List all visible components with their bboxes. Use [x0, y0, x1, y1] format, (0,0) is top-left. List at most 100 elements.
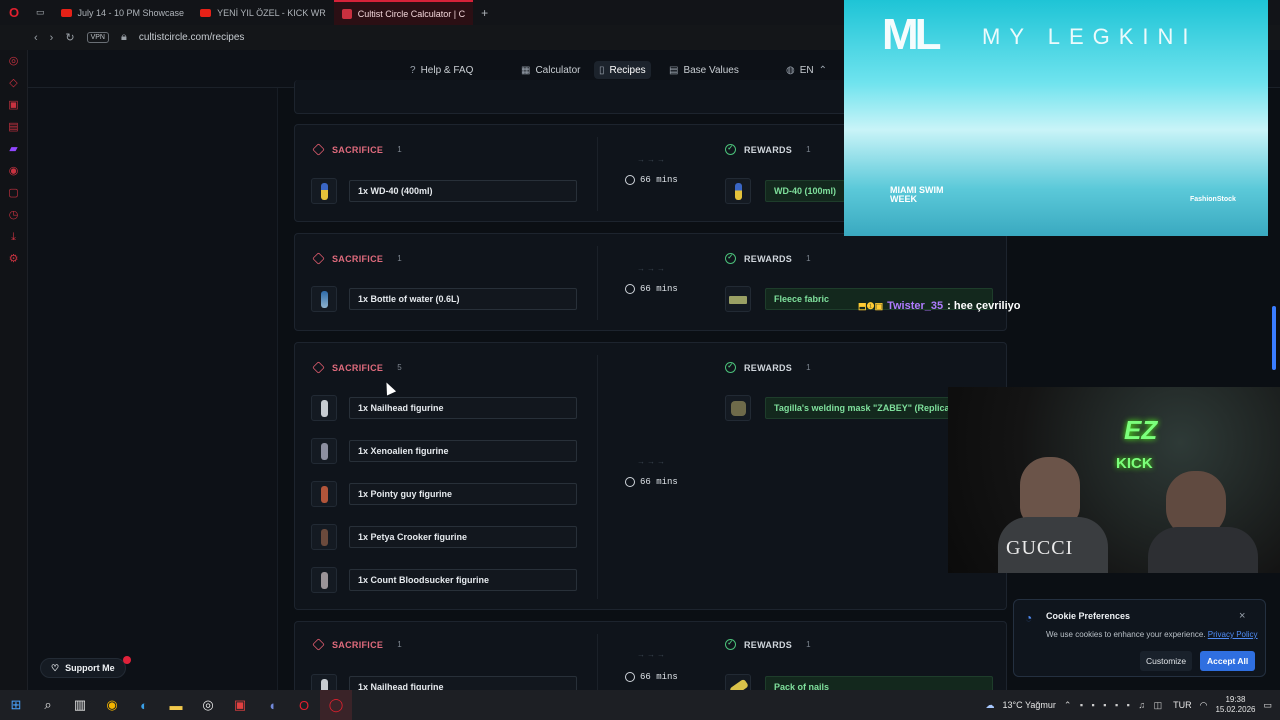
- rewards-label: REWARDS: [744, 144, 793, 155]
- sacrifice-item[interactable]: 1x Pointy guy figurine: [311, 481, 577, 507]
- scrollbar[interactable]: [1272, 306, 1276, 370]
- sacrifice-item-label: 1x Bottle of water (0.6L): [349, 288, 577, 310]
- browser-sidebar: ◎ ◇ ▣ ▤ ▰ ◉ ▢ ◷ ⤓ ⚙: [0, 50, 28, 690]
- craft-time-label: 66 mins: [640, 477, 678, 487]
- craft-time: 66 mins: [625, 672, 678, 682]
- search-icon[interactable]: ⌕: [32, 690, 64, 720]
- support-me-button[interactable]: ♡ Support Me: [40, 656, 131, 678]
- customize-button[interactable]: Customize: [1140, 651, 1193, 671]
- discord-icon[interactable]: ◖: [256, 690, 288, 720]
- wd40-large-icon: [311, 178, 337, 204]
- craft-time-label: 66 mins: [640, 175, 678, 185]
- forward-icon[interactable]: ›: [50, 32, 54, 44]
- reward-item[interactable]: WD-40 (100ml): [765, 180, 845, 202]
- check-circle-icon: ✓: [725, 639, 736, 650]
- notifications-icon[interactable]: ▭: [1263, 700, 1272, 711]
- sidebar-app-icon[interactable]: ◉: [0, 160, 27, 182]
- clock-icon: [625, 284, 635, 294]
- voicemod-icon[interactable]: ▣: [224, 690, 256, 720]
- privacy-policy-link[interactable]: Privacy Policy: [1208, 630, 1258, 639]
- clock-date: 15.02.2026: [1215, 705, 1256, 714]
- sacrifice-item-label: 1x Xenoalien figurine: [349, 440, 577, 462]
- youtube-icon: [60, 8, 72, 17]
- support-label: Support Me: [65, 663, 115, 673]
- tab-youtube-kick[interactable]: YENİ YIL ÖZEL - KICK WR: [192, 0, 334, 25]
- input-language[interactable]: TUR: [1173, 700, 1192, 710]
- clock-icon: [625, 672, 635, 682]
- recipe-card: SACRIFICE 1 1x Bottle of water (0.6L) →→…: [294, 233, 1007, 331]
- reload-icon[interactable]: ↻: [65, 31, 74, 44]
- sacrifice-item-label: 1x Count Bloodsucker figurine: [349, 569, 577, 591]
- heart-icon: ♡: [51, 662, 60, 673]
- language-selector[interactable]: ◍ EN ⌃: [781, 61, 832, 79]
- book-icon: ▯: [599, 64, 605, 76]
- sacrifice-count: 1: [397, 145, 402, 154]
- tab-youtube-showcase[interactable]: July 14 - 10 PM Showcase: [53, 0, 193, 25]
- accept-all-button[interactable]: Accept All: [1200, 651, 1256, 671]
- back-icon[interactable]: ‹: [34, 32, 38, 44]
- clock-icon: [625, 175, 635, 185]
- tab-workspaces[interactable]: ▭: [28, 0, 53, 25]
- cultist-circle-icon: [341, 8, 352, 19]
- messenger-icon[interactable]: ◎: [0, 50, 27, 72]
- divider: [597, 246, 598, 320]
- vpn-badge[interactable]: VPN: [86, 32, 109, 43]
- figurine-icon: [311, 395, 337, 421]
- new-tab-button[interactable]: +: [473, 6, 496, 20]
- sidebar-app-icon[interactable]: ▢: [0, 182, 27, 204]
- rewards-header: ✓ REWARDS 1: [725, 253, 811, 264]
- tab-cultist-circle[interactable]: Cultist Circle Calculator | C: [333, 0, 474, 25]
- figurine-icon: [311, 524, 337, 550]
- nav-help[interactable]: ? Help & FAQ: [405, 61, 478, 79]
- craft-time-label: 66 mins: [640, 672, 678, 682]
- sacrifice-item[interactable]: 1x Xenoalien figurine: [311, 438, 577, 464]
- rewards-label: REWARDS: [744, 362, 793, 373]
- sidebar-app-icon[interactable]: ▤: [0, 116, 27, 138]
- rewards-count: 1: [806, 640, 811, 649]
- history-icon[interactable]: ◷: [0, 204, 27, 226]
- figurine-icon: [311, 438, 337, 464]
- nav-recipes[interactable]: ▯ Recipes: [594, 61, 651, 79]
- chrome-icon[interactable]: ◉: [96, 690, 128, 720]
- close-icon[interactable]: ×: [1239, 610, 1245, 622]
- nav-calculator[interactable]: ▦ Calculator: [516, 61, 585, 79]
- cookie-title: Cookie Preferences: [1046, 611, 1131, 621]
- guest-body: [1148, 527, 1258, 573]
- weather-text[interactable]: 13°C Yağmur: [1003, 700, 1056, 710]
- left-panel: [28, 88, 278, 690]
- sacrifice-item[interactable]: 1x WD-40 (400ml): [311, 178, 577, 204]
- opera-icon[interactable]: O: [288, 690, 320, 720]
- arrows-icon: →→→: [637, 155, 667, 164]
- twitch-icon[interactable]: ▰: [0, 138, 27, 160]
- nav-calculator-label: Calculator: [535, 64, 581, 76]
- help-icon: ?: [410, 64, 416, 76]
- sacrifice-item-label: 1x Pointy guy figurine: [349, 483, 577, 505]
- sacrifice-item[interactable]: 1x Petya Crooker figurine: [311, 524, 577, 550]
- sacrifice-item[interactable]: 1x Count Bloodsucker figurine: [311, 567, 577, 593]
- sacrifice-item[interactable]: 1x Nailhead figurine: [311, 395, 577, 421]
- cookie-icon: ◔: [1025, 611, 1033, 625]
- tray-icons[interactable]: ⌃ ▪ ▪ ▪ ▪ ▪ ♫ ◫: [1064, 700, 1165, 711]
- sidebar-app-icon[interactable]: ▣: [0, 94, 27, 116]
- sidebar-app-icon[interactable]: ◇: [0, 72, 27, 94]
- task-view-icon[interactable]: ▥: [64, 690, 96, 720]
- url-field[interactable]: cultistcircle.com/recipes: [139, 32, 245, 43]
- clock[interactable]: 19:38 15.02.2026: [1215, 695, 1255, 715]
- sacrifice-item-label: 1x WD-40 (400ml): [349, 180, 577, 202]
- nav-base-values[interactable]: ▤ Base Values: [664, 61, 744, 79]
- windows-start-icon[interactable]: ⊞: [0, 690, 32, 720]
- obs-icon[interactable]: ◎: [192, 690, 224, 720]
- opera-logo-icon[interactable]: O: [0, 5, 28, 20]
- sacrifice-label: SACRIFICE: [332, 144, 384, 155]
- sacrifice-item[interactable]: 1x Bottle of water (0.6L): [311, 286, 577, 312]
- sacrifice-header: SACRIFICE 1: [312, 638, 402, 651]
- wifi-icon[interactable]: ◠: [1200, 700, 1208, 711]
- sacrifice-icon: [312, 143, 325, 156]
- opera-gx-icon[interactable]: ◯: [320, 690, 352, 720]
- edge-icon[interactable]: ◐: [128, 690, 160, 720]
- sacrifice-count: 1: [397, 640, 402, 649]
- clock-time: 19:38: [1225, 695, 1246, 704]
- download-icon[interactable]: ⤓: [0, 226, 27, 248]
- file-explorer-icon[interactable]: ▬: [160, 690, 192, 720]
- settings-icon[interactable]: ⚙: [0, 248, 27, 270]
